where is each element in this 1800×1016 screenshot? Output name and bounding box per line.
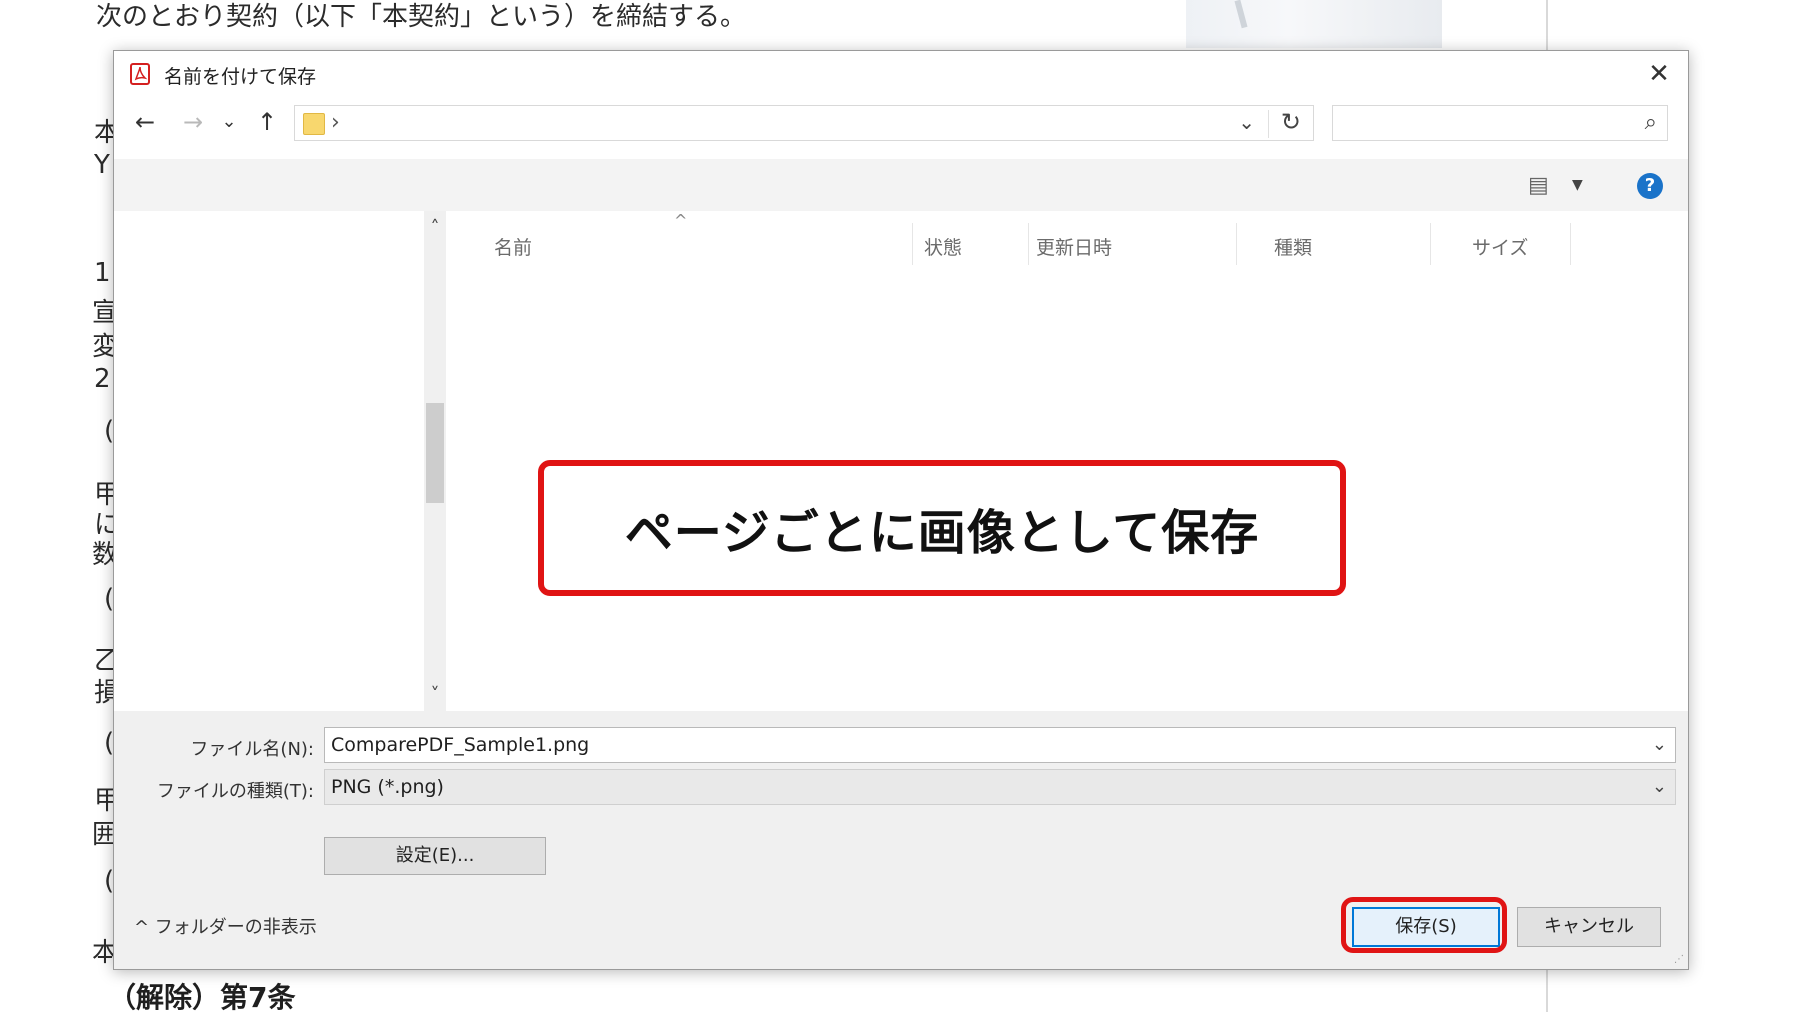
filetype-select[interactable]: PNG (*.png) ⌄ bbox=[324, 769, 1676, 805]
back-arrow-icon[interactable]: ← bbox=[130, 107, 160, 137]
sort-ascending-icon: ^ bbox=[674, 211, 688, 230]
command-bar: ▤ ▼ ? bbox=[114, 159, 1688, 211]
save-options-panel: ファイル名(N): ComparePDF_Sample1.png ⌄ ファイルの… bbox=[114, 711, 1688, 969]
hide-folders-toggle[interactable]: ^ フォルダーの非表示 bbox=[134, 913, 317, 939]
help-icon[interactable]: ? bbox=[1637, 173, 1663, 199]
doc-fragment: 2 bbox=[94, 364, 111, 394]
annotation-callout: ページごとに画像として保存 bbox=[538, 460, 1346, 596]
scroll-up-icon[interactable]: ˄ bbox=[424, 217, 446, 238]
column-header-type[interactable]: 種類 bbox=[1274, 233, 1312, 260]
forward-arrow-icon[interactable]: → bbox=[178, 107, 208, 137]
navigation-pane[interactable] bbox=[114, 211, 444, 711]
filename-label: ファイル名(N): bbox=[190, 739, 314, 760]
search-box[interactable]: ⌕ bbox=[1332, 105, 1668, 141]
address-dropdown-icon[interactable]: ⌄ bbox=[1238, 110, 1255, 134]
view-options-icon[interactable]: ▤ bbox=[1528, 173, 1549, 198]
filename-input[interactable]: ComparePDF_Sample1.png ⌄ bbox=[324, 727, 1676, 763]
title-bar: 名前を付けて保存 ✕ bbox=[114, 51, 1688, 95]
navigation-scrollbar[interactable]: ˄ ˅ bbox=[424, 211, 446, 711]
up-arrow-icon[interactable]: ↑ bbox=[252, 107, 282, 137]
refresh-icon[interactable]: ↻ bbox=[1281, 108, 1301, 136]
filename-value: ComparePDF_Sample1.png bbox=[331, 734, 590, 756]
column-divider bbox=[1430, 223, 1431, 265]
scroll-down-icon[interactable]: ˅ bbox=[424, 684, 446, 705]
column-header-size[interactable]: サイズ bbox=[1472, 233, 1528, 260]
filetype-value: PNG (*.png) bbox=[331, 776, 444, 798]
document-photo bbox=[1186, 0, 1442, 48]
filetype-dropdown-icon[interactable]: ⌄ bbox=[1652, 770, 1667, 804]
document-heading: （解除）第7条 bbox=[108, 981, 296, 1014]
acrobat-icon bbox=[130, 63, 150, 85]
navigation-bar: ← → ⌄ ↑ › ⌄ ↻ ⌕ bbox=[114, 105, 1688, 141]
resize-grip-icon[interactable]: ⋰ bbox=[1674, 954, 1684, 965]
column-header-modified[interactable]: 更新日時 bbox=[1036, 233, 1112, 260]
scroll-thumb[interactable] bbox=[426, 403, 444, 503]
address-separator bbox=[1268, 110, 1269, 138]
filename-dropdown-icon[interactable]: ⌄ bbox=[1652, 728, 1667, 762]
filetype-label: ファイルの種類(T): bbox=[156, 781, 314, 802]
recent-locations-chevron-icon[interactable]: ⌄ bbox=[214, 107, 244, 137]
doc-fragment: Y bbox=[94, 150, 110, 180]
doc-fragment: 1 bbox=[94, 258, 111, 288]
column-divider bbox=[1028, 223, 1029, 265]
address-bar[interactable]: › ⌄ ↻ bbox=[294, 105, 1314, 141]
column-divider bbox=[1236, 223, 1237, 265]
dialog-title: 名前を付けて保存 bbox=[164, 66, 317, 88]
cancel-button[interactable]: キャンセル bbox=[1517, 907, 1661, 947]
search-icon[interactable]: ⌕ bbox=[1645, 110, 1657, 135]
settings-button[interactable]: 設定(E)... bbox=[324, 837, 546, 875]
save-button-highlight bbox=[1341, 897, 1507, 953]
document-top-line: 次のとおり契約（以下「本契約」という）を締結する。 bbox=[96, 2, 747, 32]
column-header-name[interactable]: 名前 bbox=[494, 233, 532, 260]
close-button[interactable]: ✕ bbox=[1644, 59, 1674, 89]
callout-text: ページごとに画像として保存 bbox=[624, 505, 1260, 561]
view-dropdown-icon[interactable]: ▼ bbox=[1572, 177, 1583, 193]
breadcrumb-chevron-icon[interactable]: › bbox=[331, 110, 340, 135]
column-divider bbox=[912, 223, 913, 265]
column-divider bbox=[1570, 223, 1571, 265]
folder-icon bbox=[303, 113, 325, 135]
column-header-status[interactable]: 状態 bbox=[924, 233, 962, 260]
